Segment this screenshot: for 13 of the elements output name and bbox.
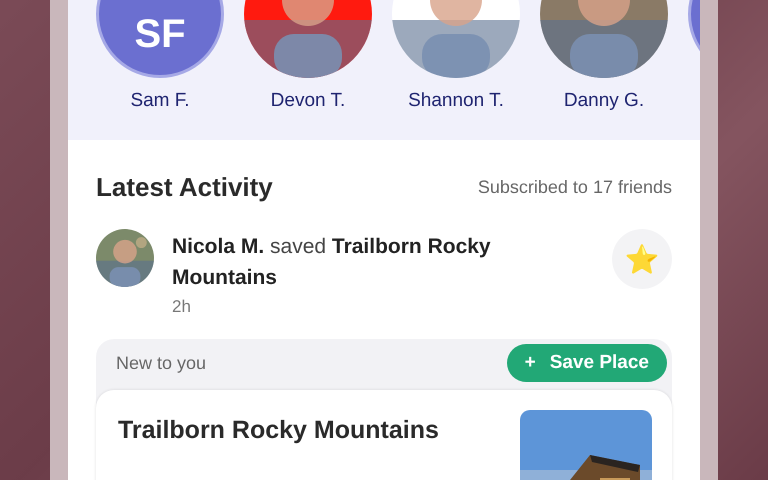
friend-name: Devon T. xyxy=(270,90,346,112)
place-title: Trailborn Rocky Mountains xyxy=(118,416,439,446)
friend-name: Danny G. xyxy=(564,90,644,112)
friend-name: Sam F. xyxy=(130,90,190,112)
place-card[interactable]: Trailborn Rocky Mountains xyxy=(96,390,672,480)
timestamp: 2h xyxy=(172,297,192,317)
activity-text: Nicola M. saved Trailborn Rocky Mountains xyxy=(172,234,492,291)
friend-name: Shannon T. xyxy=(408,90,504,112)
card-label: New to you xyxy=(116,352,206,374)
avatar[interactable]: SF xyxy=(96,0,224,78)
section-title: Latest Activity xyxy=(96,172,273,203)
save-place-button[interactable]: + Save Place xyxy=(506,344,667,382)
subscription-count: Subscribed to 17 friends xyxy=(478,177,672,198)
